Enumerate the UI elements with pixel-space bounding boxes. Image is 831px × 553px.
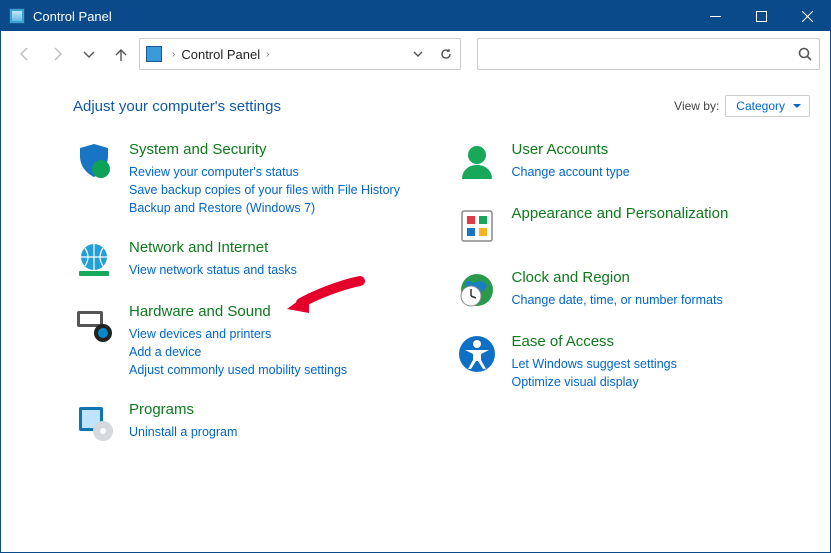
link-optimize-visual-display[interactable]: Optimize visual display bbox=[512, 373, 677, 391]
address-control-panel-icon bbox=[146, 46, 162, 62]
link-network-status[interactable]: View network status and tasks bbox=[129, 261, 297, 279]
content-area: Adjust your computer's settings View by:… bbox=[1, 77, 830, 552]
link-windows-suggest-settings[interactable]: Let Windows suggest settings bbox=[512, 355, 677, 373]
search-box[interactable] bbox=[477, 38, 820, 70]
address-dropdown-button[interactable] bbox=[404, 40, 432, 68]
category-network-internet[interactable]: Network and Internet bbox=[129, 239, 297, 258]
category-system-security[interactable]: System and Security bbox=[129, 141, 400, 160]
refresh-button[interactable] bbox=[432, 40, 460, 68]
up-button[interactable] bbox=[107, 40, 135, 68]
ease-of-access-icon bbox=[456, 333, 498, 375]
link-file-history[interactable]: Save backup copies of your files with Fi… bbox=[129, 181, 400, 199]
recent-locations-button[interactable] bbox=[75, 40, 103, 68]
search-button[interactable] bbox=[791, 40, 819, 68]
network-internet-icon bbox=[73, 239, 115, 281]
chevron-right-icon[interactable]: › bbox=[168, 49, 179, 60]
search-input[interactable] bbox=[478, 47, 791, 62]
chevron-right-icon[interactable]: › bbox=[262, 49, 273, 60]
address-bar[interactable]: › Control Panel › bbox=[139, 38, 461, 70]
view-by-dropdown[interactable]: Category bbox=[725, 95, 810, 117]
close-button[interactable] bbox=[784, 1, 830, 31]
user-accounts-icon bbox=[456, 141, 498, 183]
category-user-accounts[interactable]: User Accounts bbox=[512, 141, 630, 160]
category-ease-of-access[interactable]: Ease of Access bbox=[512, 333, 677, 352]
clock-region-icon bbox=[456, 269, 498, 311]
system-security-icon bbox=[73, 141, 115, 183]
link-mobility-settings[interactable]: Adjust commonly used mobility settings bbox=[129, 361, 347, 379]
link-backup-restore[interactable]: Backup and Restore (Windows 7) bbox=[129, 199, 400, 217]
link-review-status[interactable]: Review your computer's status bbox=[129, 163, 400, 181]
hardware-sound-icon bbox=[73, 303, 115, 345]
category-clock-region[interactable]: Clock and Region bbox=[512, 269, 723, 288]
appearance-icon bbox=[456, 205, 498, 247]
titlebar: Control Panel bbox=[1, 1, 830, 31]
view-by-label: View by: bbox=[674, 99, 719, 113]
link-devices-printers[interactable]: View devices and printers bbox=[129, 325, 347, 343]
maximize-button[interactable] bbox=[738, 1, 784, 31]
back-button[interactable] bbox=[11, 40, 39, 68]
category-programs[interactable]: Programs bbox=[129, 401, 237, 420]
page-title: Adjust your computer's settings bbox=[73, 98, 674, 115]
forward-button[interactable] bbox=[43, 40, 71, 68]
control-panel-icon bbox=[9, 8, 25, 24]
programs-icon bbox=[73, 401, 115, 443]
link-add-device[interactable]: Add a device bbox=[129, 343, 347, 361]
link-change-date-time[interactable]: Change date, time, or number formats bbox=[512, 291, 723, 309]
minimize-button[interactable] bbox=[692, 1, 738, 31]
category-hardware-sound[interactable]: Hardware and Sound bbox=[129, 303, 347, 322]
category-appearance-personalization[interactable]: Appearance and Personalization bbox=[512, 205, 729, 224]
navigation-bar: › Control Panel › bbox=[1, 31, 830, 77]
window-title: Control Panel bbox=[33, 9, 112, 24]
breadcrumb-control-panel[interactable]: Control Panel bbox=[179, 47, 262, 62]
link-change-account-type[interactable]: Change account type bbox=[512, 163, 630, 181]
link-uninstall-program[interactable]: Uninstall a program bbox=[129, 423, 237, 441]
